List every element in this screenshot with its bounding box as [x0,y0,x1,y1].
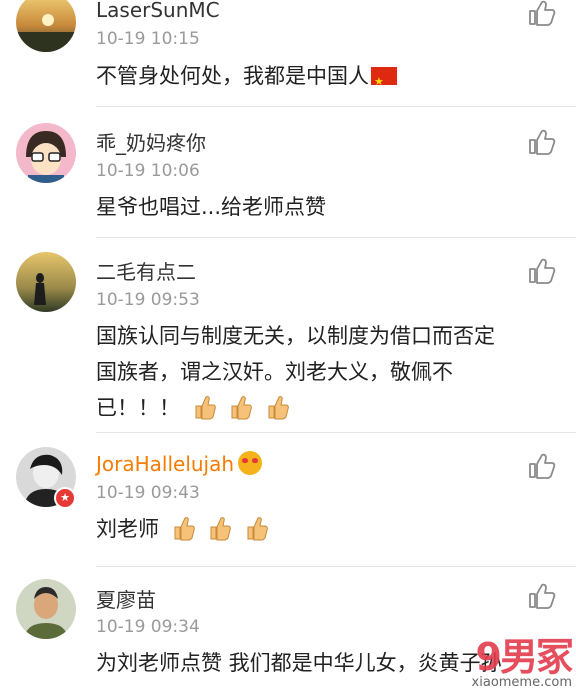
thumbs-up-emoji [231,396,253,420]
timestamp: 10-19 09:43 [96,483,200,503]
username[interactable]: 夏廖苗 [96,584,156,613]
comment-text: 星爷也唱过...给老师点赞 [96,195,327,219]
comment-item: 乖_奶妈疼你 10-19 10:06 星爷也唱过...给老师点赞 [0,107,576,237]
thumbs-up-emoji [268,396,289,420]
timestamp: 10-19 09:53 [96,290,200,310]
comment-item: ★ JoraHallelujah 10-19 09:43 刘老师 [0,433,576,566]
watermark: 9男冢 xiaomeme.com [472,626,574,690]
comment-text: 国族认同与制度无关，以制度为借口而否定 国族者，谓之汉奸。刘老大义，敬佩不 已！… [96,324,495,420]
thumbs-up-emoji [195,396,216,420]
heart-eyes-emoji [238,451,263,475]
china-flag-emoji [371,64,397,100]
avatar[interactable] [16,252,76,312]
comment-item: 二毛有点二 10-19 09:53 国族认同与制度无关，以制度为借口而否定 国族… [0,238,576,432]
watermark-logo: 9男冢 [475,635,574,679]
avatar[interactable] [16,0,76,52]
comment-text: 刘老师 [96,511,542,547]
username[interactable]: JoraHallelujah [96,451,263,476]
username[interactable]: 乖_奶妈疼你 [96,127,206,156]
comment-text: 不管身处何处，我都是中国人 [96,58,542,100]
thumbs-up-emoji [174,517,195,541]
timestamp: 10-19 09:34 [96,617,200,637]
like-icon[interactable] [528,583,556,609]
like-icon[interactable] [528,0,556,26]
timestamp: 10-19 10:15 [96,29,200,49]
comment-item: LaserSunMC 10-19 10:15 不管身处何处，我都是中国人 [0,0,576,106]
like-icon[interactable] [528,453,556,479]
like-icon[interactable] [528,129,556,155]
avatar[interactable] [16,123,76,183]
username[interactable]: 二毛有点二 [96,256,196,285]
username[interactable]: LaserSunMC [96,0,220,22]
timestamp: 10-19 10:06 [96,161,200,181]
thumbs-up-emoji [210,517,232,541]
thumbs-up-emoji [247,517,268,541]
vip-badge-icon: ★ [54,487,76,509]
like-icon[interactable] [528,258,556,284]
avatar[interactable] [16,579,76,639]
